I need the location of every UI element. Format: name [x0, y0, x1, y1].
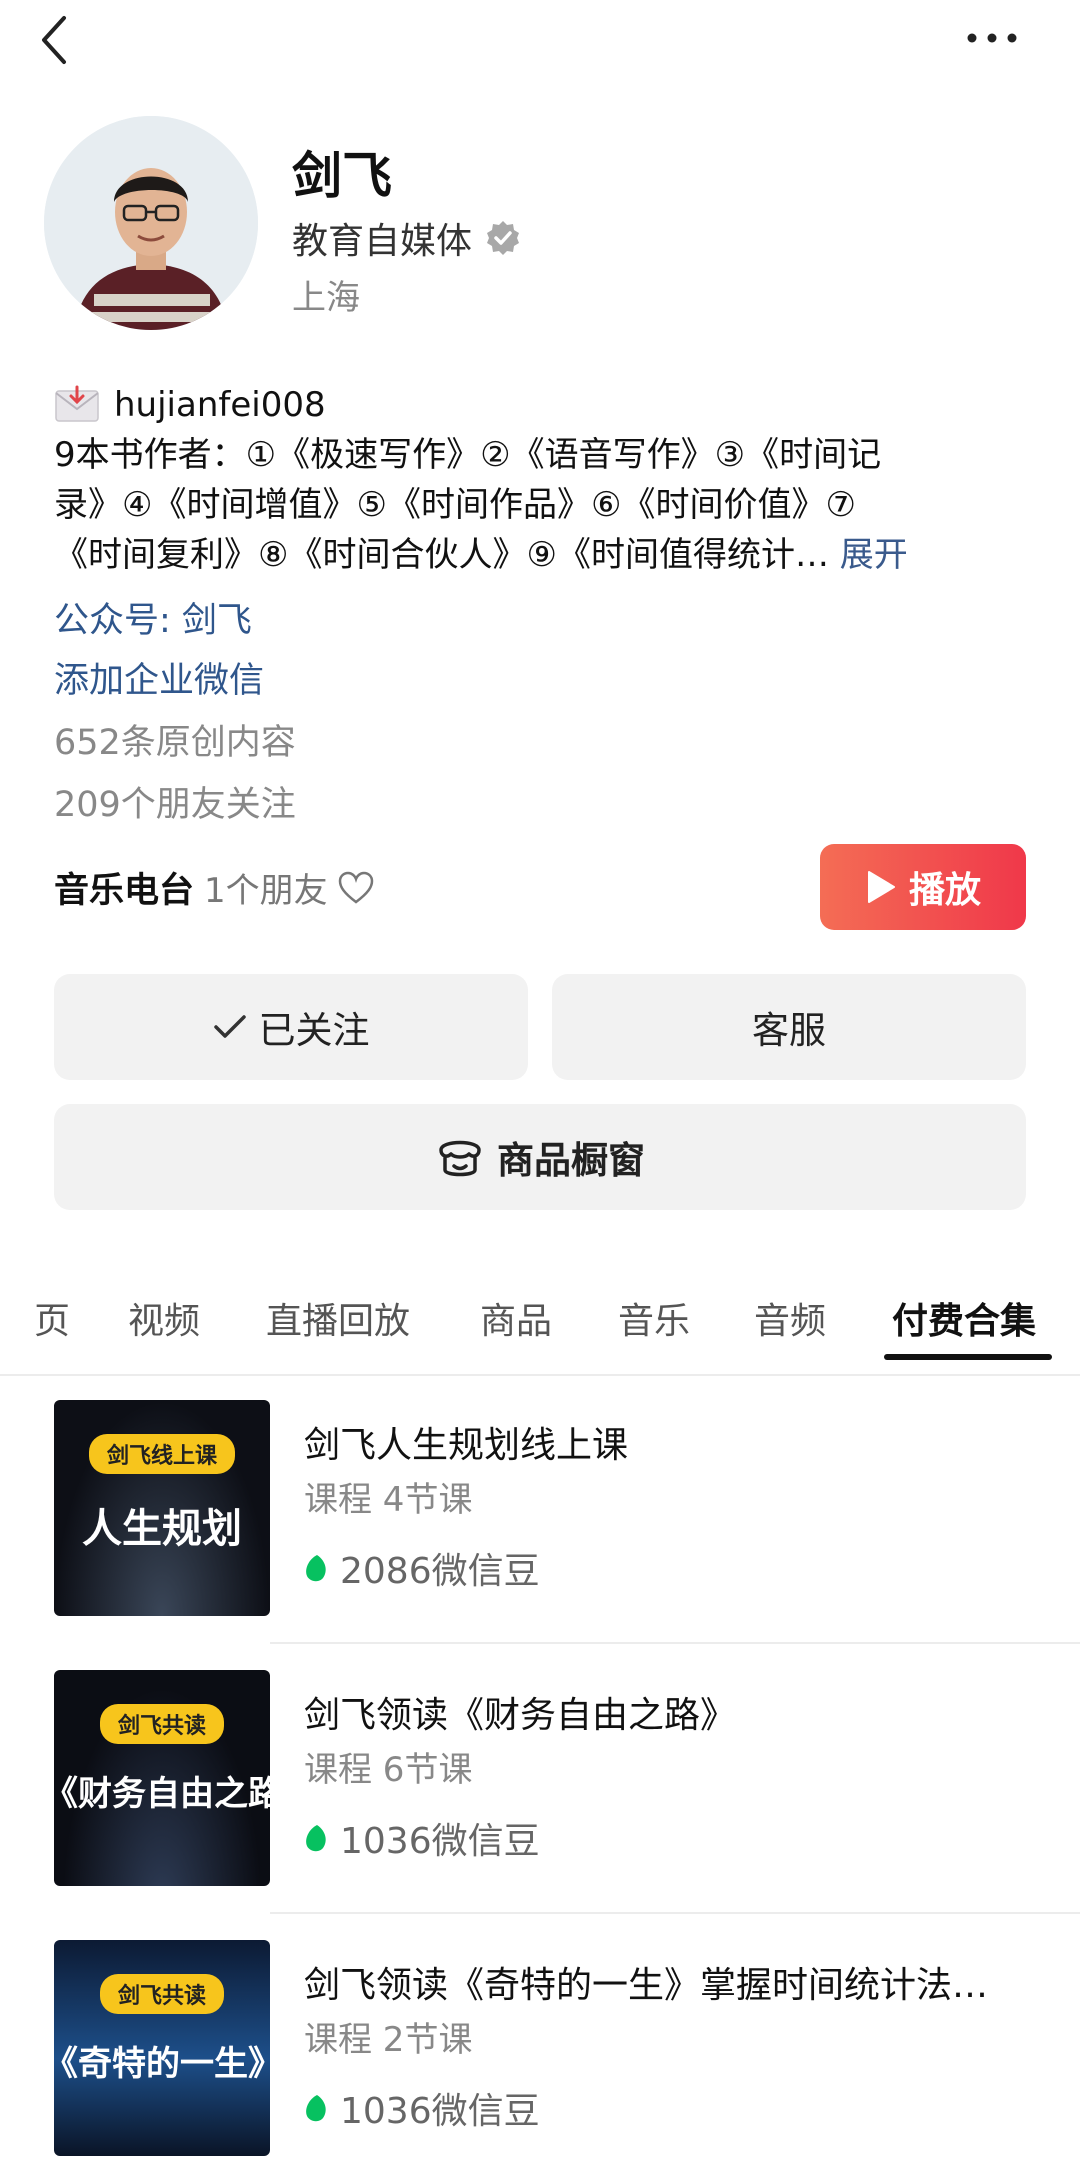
active-tab-indicator — [884, 1354, 1052, 1360]
bio-line: 《时间复利》⑧《时间合伙人》⑨《时间值得统计… — [54, 535, 840, 575]
thumbnail-badge: 剑飞共读 — [99, 1704, 225, 1744]
bio-line: 9本书作者：①《极速写作》②《语音写作》③《时间记 — [54, 435, 882, 475]
top-bar — [0, 0, 1080, 80]
play-icon — [867, 871, 895, 903]
tab-live-replay[interactable]: 直播回放 — [266, 1292, 410, 1344]
bio-line-last: 《时间复利》⑧《时间合伙人》⑨《时间值得统计… 展开 — [54, 530, 1034, 580]
course-thumbnail: 剑飞线上课 人生规划 — [54, 1400, 270, 1616]
avatar[interactable] — [44, 116, 258, 330]
tab-videos[interactable]: 视频 — [128, 1292, 200, 1344]
customer-service-label: 客服 — [752, 1009, 826, 1052]
radio-friends: 1个朋友 — [204, 871, 328, 911]
music-radio-row[interactable]: 音乐电台 1个朋友 — [54, 862, 374, 913]
tab-paid-collections[interactable]: 付费合集 — [892, 1292, 1036, 1344]
official-account-link[interactable]: 公众号: 剑飞 — [54, 592, 252, 643]
course-divider — [270, 1912, 1080, 1914]
avatar-portrait — [44, 116, 258, 330]
radio-title: 音乐电台 — [54, 871, 195, 911]
followed-label: 已关注 — [258, 1009, 370, 1052]
thumbnail-badge: 剑飞线上课 — [88, 1434, 236, 1474]
thumbnail-title: 人生规划 — [82, 1506, 242, 1552]
play-button[interactable]: 播放 — [820, 844, 1026, 930]
course-divider — [270, 1642, 1080, 1644]
followed-button[interactable]: 已关注 — [54, 974, 528, 1080]
expand-link[interactable]: 展开 — [840, 535, 908, 575]
product-showcase-label: 商品橱窗 — [497, 1139, 645, 1182]
original-content-count[interactable]: 652条原创内容 — [54, 714, 296, 765]
course-price: 2086微信豆 — [304, 1542, 540, 1594]
course-title: 剑飞人生规划线上课 — [304, 1425, 629, 1466]
back-arrow-icon[interactable] — [36, 14, 76, 66]
play-label: 播放 — [908, 870, 981, 911]
profile-location: 上海 — [292, 278, 360, 318]
course-price-label: 1036微信豆 — [340, 2091, 540, 2132]
friends-following-count[interactable]: 209个朋友关注 — [54, 776, 296, 827]
check-icon — [213, 1015, 246, 1038]
product-showcase-button[interactable]: 商品橱窗 — [54, 1104, 1026, 1210]
bio-line: 录》④《时间增值》⑤《时间作品》⑥《时间价值》⑦ — [54, 485, 856, 525]
wechat-bean-icon — [306, 1825, 326, 1852]
course-price: 1036微信豆 — [304, 1812, 540, 1864]
profile-name: 剑飞 — [292, 147, 392, 205]
course-item[interactable]: 剑飞共读 《奇特的一生》 剑飞领读《奇特的一生》掌握时间统计法… 课程 2节课 … — [0, 1916, 1080, 2166]
wechat-bean-icon — [306, 1555, 326, 1582]
thumbnail-badge: 剑飞共读 — [99, 1974, 225, 2014]
tab-home[interactable]: 页 — [34, 1292, 70, 1344]
course-meta: 课程 4节课 — [304, 1480, 473, 1520]
tab-products[interactable]: 商品 — [480, 1292, 552, 1344]
content-tabs: 页 视频 直播回放 商品 音乐 音频 付费合集 — [0, 1292, 1080, 1370]
course-title: 剑飞领读《奇特的一生》掌握时间统计法… — [304, 1965, 989, 2006]
heart-icon — [338, 871, 373, 904]
course-item[interactable]: 剑飞线上课 人生规划 剑飞人生规划线上课 课程 4节课 2086微信豆 — [0, 1376, 1080, 1626]
course-price: 1036微信豆 — [304, 2082, 540, 2134]
course-price-label: 2086微信豆 — [340, 1551, 540, 1592]
wechat-bean-icon — [306, 2095, 326, 2122]
course-meta: 课程 6节课 — [304, 1750, 473, 1790]
tab-music[interactable]: 音乐 — [618, 1292, 690, 1344]
tab-audio[interactable]: 音频 — [754, 1292, 826, 1344]
course-title: 剑飞领读《财务自由之路》 — [304, 1695, 737, 1736]
course-item[interactable]: 剑飞共读 《财务自由之路》 剑飞领读《财务自由之路》 课程 6节课 1036微信… — [0, 1646, 1080, 1896]
storefront-icon — [439, 1140, 481, 1177]
course-price-label: 1036微信豆 — [340, 1821, 540, 1862]
add-wecom-link[interactable]: 添加企业微信 — [54, 652, 264, 703]
profile-role: 教育自媒体 — [292, 221, 473, 262]
bio-handle: hujianfei008 — [114, 385, 326, 425]
thumbnail-title: 《奇特的一生》 — [54, 2044, 270, 2084]
course-meta: 课程 2节课 — [304, 2020, 473, 2060]
course-thumbnail: 剑飞共读 《财务自由之路》 — [54, 1670, 270, 1886]
verified-badge-icon — [487, 221, 520, 255]
course-thumbnail: 剑飞共读 《奇特的一生》 — [54, 1940, 270, 2156]
profile-bio: hujianfei008 9本书作者：①《极速写作》②《语音写作》③《时间记 录… — [54, 380, 1034, 580]
role-row: 教育自媒体 — [292, 212, 522, 264]
thumbnail-title: 《财务自由之路》 — [54, 1774, 270, 1814]
bio-handle-row: hujianfei008 — [54, 380, 1034, 430]
more-options-icon[interactable] — [962, 26, 1022, 50]
envelope-icon — [55, 385, 99, 422]
customer-service-button[interactable]: 客服 — [552, 974, 1026, 1080]
